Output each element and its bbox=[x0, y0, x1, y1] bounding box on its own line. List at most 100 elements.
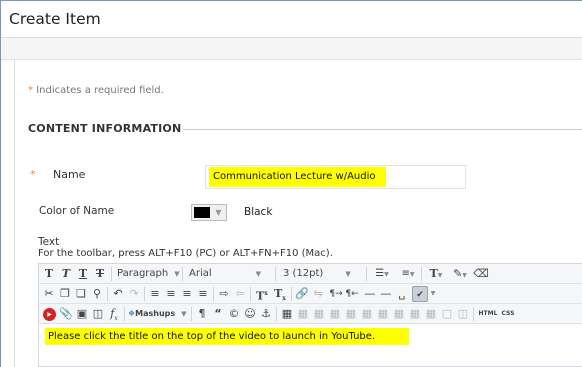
toolbar-separator bbox=[421, 267, 422, 281]
attach-file-icon[interactable]: 📎 bbox=[59, 306, 73, 322]
chevron-down-icon: ▼ bbox=[215, 208, 222, 217]
rtl-paragraph-icon[interactable]: ¶← bbox=[345, 286, 359, 302]
table-merge-cells-icon[interactable]: ▦ bbox=[408, 306, 422, 322]
copy-icon[interactable]: ❐ bbox=[58, 286, 72, 302]
youtube-icon[interactable]: ▶ bbox=[43, 307, 56, 321]
editor-content-area[interactable]: Please click the title on the top of the… bbox=[39, 324, 582, 366]
table-col-after-icon[interactable]: ▦ bbox=[360, 306, 374, 322]
superscript-icon[interactable]: Tx bbox=[254, 286, 270, 303]
toolbar-separator bbox=[250, 287, 251, 301]
indent-icon[interactable]: ⇨ bbox=[217, 286, 231, 302]
line-icon[interactable]: — bbox=[379, 286, 393, 302]
table-row-before-icon[interactable]: ▦ bbox=[296, 306, 310, 322]
toolbar-separator bbox=[275, 267, 276, 281]
horizontal-rule-icon[interactable]: — bbox=[363, 286, 377, 302]
outdent-icon[interactable]: ⇦ bbox=[233, 286, 247, 302]
subscript-icon[interactable]: Tx bbox=[272, 286, 288, 302]
color-swatch bbox=[194, 207, 210, 218]
table-row-after-icon[interactable]: ▦ bbox=[312, 306, 326, 322]
nonbreaking-space-icon[interactable]: ␣ bbox=[395, 286, 409, 302]
toolbar-separator bbox=[473, 307, 474, 321]
undo-icon[interactable]: ↶ bbox=[111, 286, 125, 302]
align-center-icon[interactable]: ≡ bbox=[164, 286, 178, 302]
mashups-label: Mashups bbox=[135, 309, 176, 318]
color-name: Black bbox=[244, 206, 273, 218]
toolbar-separator bbox=[107, 287, 108, 301]
table-icon[interactable]: ▦ bbox=[280, 306, 294, 322]
paragraph-select-value: Paragraph bbox=[117, 268, 169, 279]
bold-icon[interactable]: T bbox=[42, 266, 56, 282]
name-label-text: Name bbox=[53, 168, 86, 181]
image-icon[interactable]: ▣ bbox=[75, 306, 89, 322]
table-props-icon[interactable]: ◫ bbox=[456, 306, 470, 322]
align-right-icon[interactable]: ≡ bbox=[180, 286, 194, 302]
spellcheck-icon[interactable]: ✔ bbox=[412, 286, 428, 302]
italic-icon[interactable]: T bbox=[59, 266, 73, 282]
paragraph-mark-icon[interactable]: ¶ bbox=[195, 306, 209, 322]
bullet-list-icon[interactable]: ☰▼ bbox=[371, 266, 393, 282]
chevron-down-icon: ▼ bbox=[255, 270, 262, 278]
table-delete-row-icon[interactable]: ▦ bbox=[328, 306, 342, 322]
align-justify-icon[interactable]: ≡ bbox=[196, 286, 210, 302]
name-input[interactable]: Communication Lecture w/Audio bbox=[205, 165, 466, 189]
eraser-icon[interactable]: ⌫ bbox=[473, 266, 489, 282]
anchor-icon[interactable]: ⚓ bbox=[259, 306, 273, 322]
toolbar-row-1: T T T T Paragraph ▼ Arial ▼ 3 (12pt) ▼ ☰▼ ≡… bbox=[39, 264, 582, 284]
numbered-list-icon[interactable]: ≡▼ bbox=[397, 266, 419, 282]
paragraph-select[interactable]: Paragraph ▼ bbox=[117, 266, 180, 282]
section-title: CONTENT INFORMATION bbox=[28, 122, 182, 135]
required-note-text: Indicates a required field. bbox=[36, 85, 164, 96]
copyright-icon[interactable]: © bbox=[227, 306, 241, 322]
equation-icon[interactable]: fx bbox=[107, 306, 121, 322]
toolbar-separator bbox=[276, 307, 277, 321]
toolbar-separator bbox=[124, 307, 125, 321]
ltr-paragraph-icon[interactable]: ¶→ bbox=[329, 286, 343, 302]
chevron-down-icon[interactable]: ▼ bbox=[429, 286, 437, 302]
toolbar-separator bbox=[111, 267, 112, 281]
table-row-props-icon[interactable]: ▦ bbox=[424, 306, 438, 322]
toolbar-row-3: ▶ 📎 ▣ ◫ fx ❖Mashups ▼ ¶ “ © ☺ ⚓ ▦ ▦ ▦ ▦ ▦… bbox=[39, 304, 582, 324]
text-color-icon[interactable]: T▼ bbox=[425, 266, 447, 282]
header-band bbox=[1, 38, 582, 60]
css-button[interactable]: CSS bbox=[499, 306, 517, 322]
cut-icon[interactable]: ✂ bbox=[42, 286, 56, 302]
unlink-icon[interactable]: ⇋ bbox=[311, 286, 325, 302]
table-col-before-icon[interactable]: ▦ bbox=[344, 306, 358, 322]
section-divider bbox=[183, 129, 582, 130]
toolbar-separator bbox=[366, 267, 367, 281]
content-panel: * Indicates a required field. CONTENT IN… bbox=[14, 60, 582, 367]
link-icon[interactable]: 🔗 bbox=[295, 286, 309, 302]
font-size-select[interactable]: 3 (12pt) ▼ bbox=[283, 266, 363, 282]
color-of-name-label: Color of Name bbox=[39, 205, 115, 217]
html-button[interactable]: HTML bbox=[477, 306, 499, 322]
redo-icon[interactable]: ↷ bbox=[127, 286, 141, 302]
media-icon[interactable]: ◫ bbox=[91, 306, 105, 322]
font-family-select-value: Arial bbox=[189, 268, 212, 279]
emoticon-icon[interactable]: ☺ bbox=[243, 306, 257, 322]
strikethrough-icon[interactable]: T bbox=[93, 266, 107, 282]
blockquote-icon[interactable]: “ bbox=[211, 306, 225, 322]
chevron-down-icon: ▼ bbox=[174, 270, 180, 278]
search-icon[interactable]: ⚲ bbox=[90, 286, 104, 302]
align-left-icon[interactable]: ≡ bbox=[148, 286, 162, 302]
mashups-select[interactable]: ❖Mashups ▼ bbox=[128, 306, 188, 322]
font-family-select[interactable]: Arial ▼ bbox=[189, 266, 273, 282]
table-split-cells-icon[interactable]: ▦ bbox=[392, 306, 406, 322]
text-label: Text bbox=[38, 236, 60, 248]
name-required-star: * bbox=[30, 168, 36, 181]
name-input-value: Communication Lecture w/Audio bbox=[209, 167, 386, 187]
highlight-pen-icon[interactable]: ✎▼ bbox=[449, 266, 471, 282]
chevron-down-icon: ▼ bbox=[345, 270, 351, 278]
underline-icon[interactable]: T bbox=[76, 266, 90, 282]
color-picker-button[interactable]: ▼ bbox=[191, 204, 227, 221]
chevron-down-icon: ▼ bbox=[181, 310, 187, 318]
table-cell-props-icon[interactable]: □ bbox=[440, 306, 454, 322]
paste-icon[interactable]: ❏ bbox=[74, 286, 88, 302]
name-label: * Name bbox=[30, 168, 85, 181]
font-size-select-value: 3 (12pt) bbox=[283, 268, 324, 279]
table-delete-col-icon[interactable]: ▦ bbox=[376, 306, 390, 322]
toolbar-separator bbox=[191, 307, 192, 321]
required-field-note: * Indicates a required field. bbox=[28, 85, 164, 96]
toolbar-separator bbox=[213, 287, 214, 301]
text-editor: T T T T Paragraph ▼ Arial ▼ 3 (12pt) ▼ ☰▼ ≡… bbox=[38, 263, 582, 367]
